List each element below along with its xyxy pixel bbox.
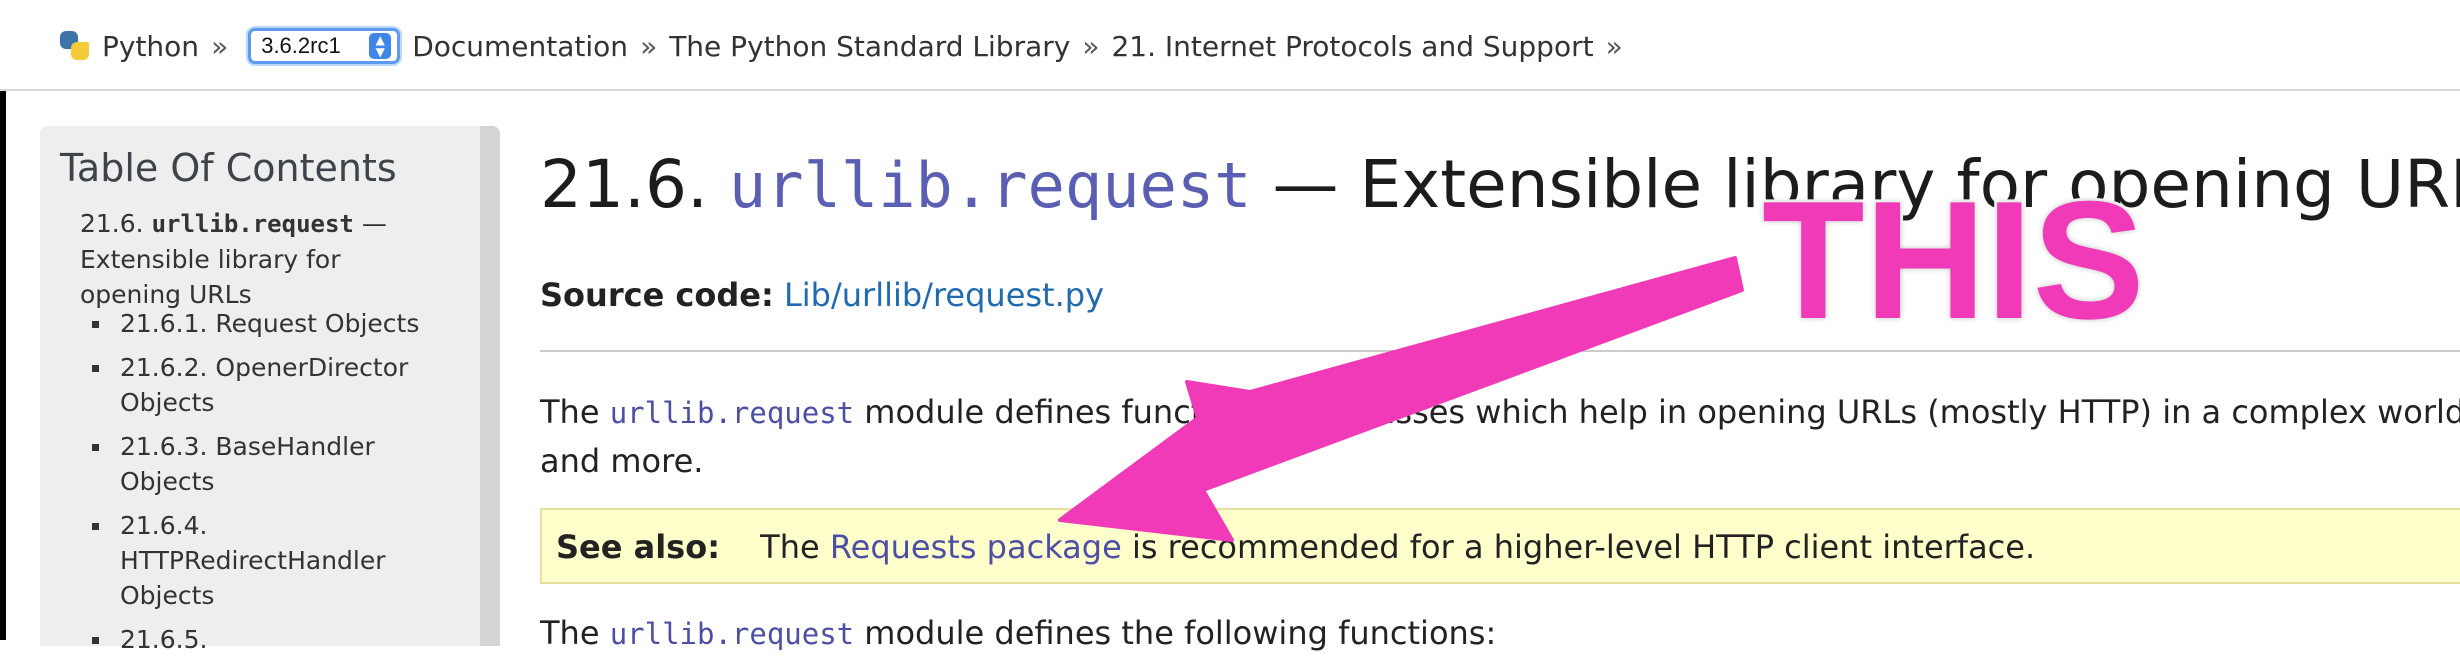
annotation-arrow-shape [1060, 258, 1742, 540]
annotation-label: THIS [1762, 176, 2145, 344]
